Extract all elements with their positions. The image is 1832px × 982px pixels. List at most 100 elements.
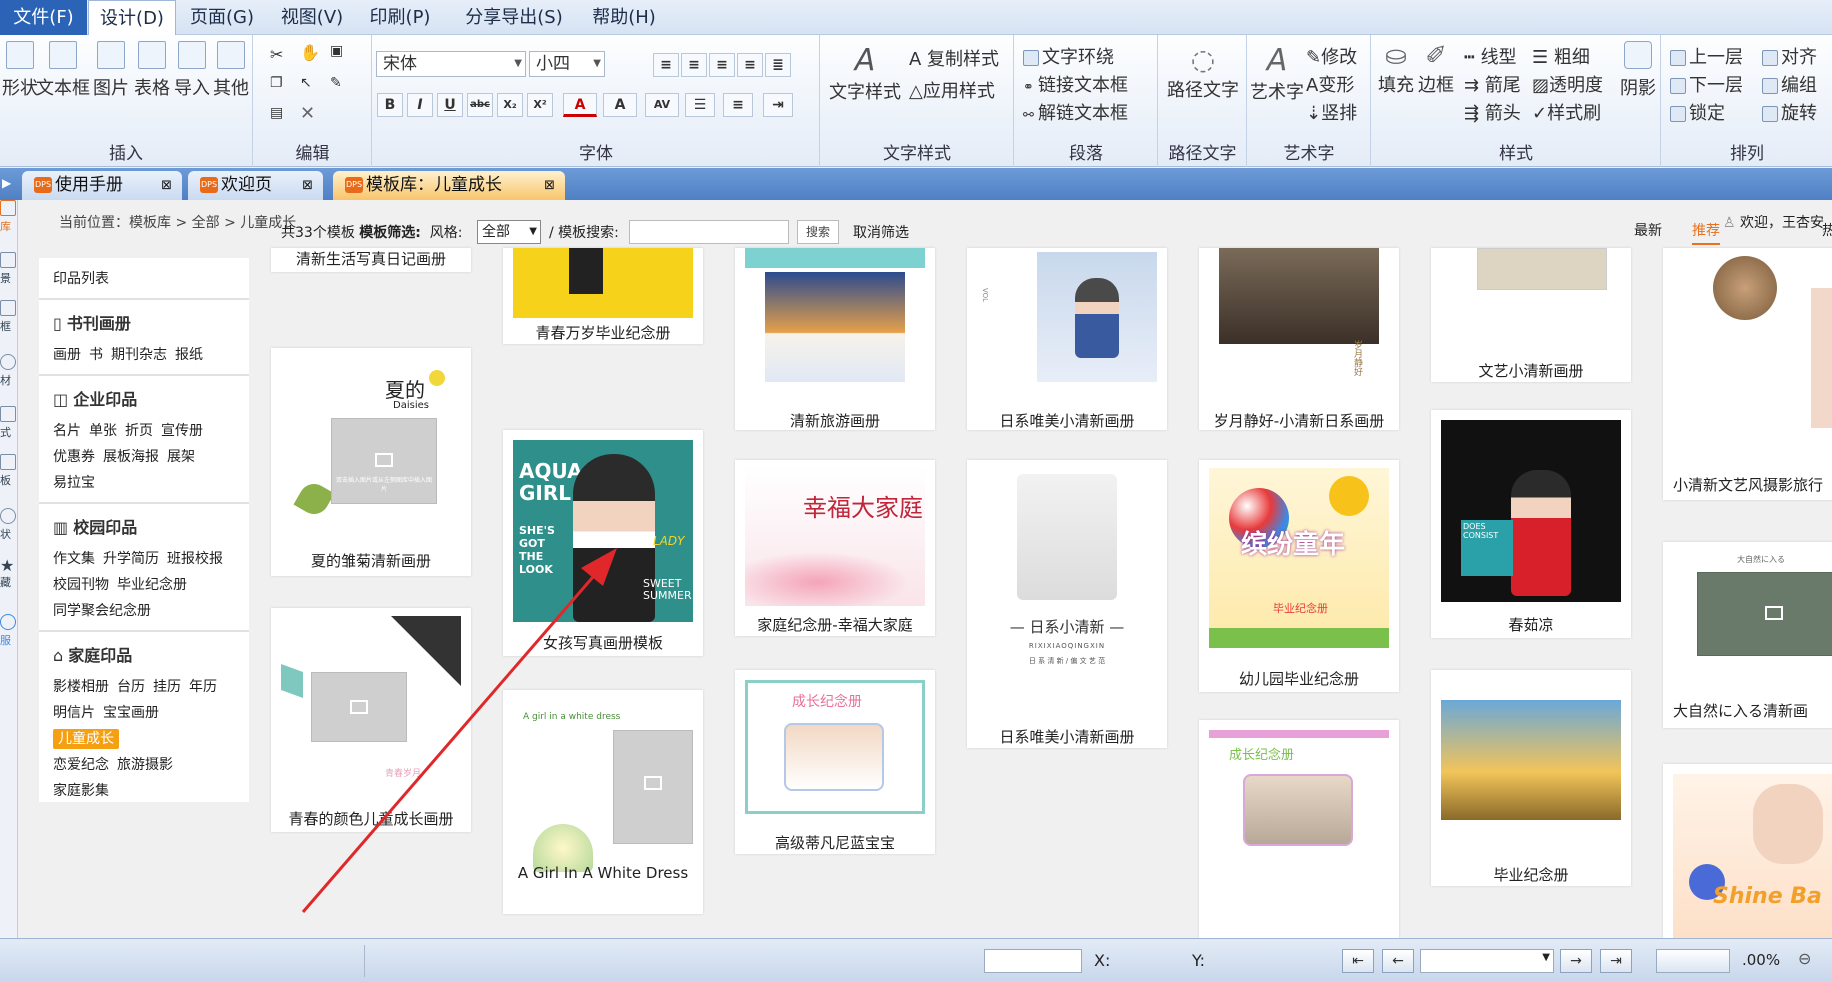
sort-popular[interactable]: 热门 bbox=[1822, 220, 1832, 240]
last-page-button[interactable]: ⇥ bbox=[1600, 949, 1632, 973]
art-text-button[interactable]: A 艺术字 bbox=[1250, 43, 1304, 104]
textbox-button[interactable]: 文本框 bbox=[36, 41, 90, 100]
sidebar-link[interactable]: 报纸 bbox=[175, 347, 203, 363]
template-card[interactable]: 清新旅游画册 bbox=[735, 248, 935, 430]
template-card[interactable]: 文艺小清新画册 bbox=[1431, 248, 1631, 382]
template-card[interactable]: 大自然に入る 大自然に入る清新画 bbox=[1663, 542, 1832, 728]
indent-icon[interactable]: ⇥ bbox=[763, 93, 793, 117]
sidebar-link[interactable]: 易拉宝 bbox=[53, 475, 95, 491]
template-card[interactable]: 青春万岁毕业纪念册 bbox=[503, 248, 703, 344]
tab-welcome[interactable]: DPS 欢迎页 ⊠ bbox=[188, 171, 323, 200]
sidebar-link[interactable]: 期刊杂志 bbox=[111, 347, 167, 363]
text-wrap-button[interactable]: 文字环绕 bbox=[1023, 43, 1114, 69]
template-card[interactable]: VOL 日系唯美小清新画册 bbox=[967, 248, 1167, 430]
sidebar-link[interactable]: 展板海报 bbox=[103, 449, 159, 465]
underline-button[interactable]: U bbox=[437, 93, 463, 117]
sidebar-link[interactable]: 毕业纪念册 bbox=[117, 577, 187, 593]
line-type-button[interactable]: ┅ 线型 bbox=[1464, 43, 1517, 69]
align-center-icon[interactable]: ≡ bbox=[681, 53, 707, 77]
close-icon[interactable]: ⊠ bbox=[161, 171, 172, 200]
lock-button[interactable]: 锁定 bbox=[1670, 99, 1725, 125]
template-card[interactable]: 成长纪念册 高级蒂凡尼蓝宝宝 bbox=[735, 670, 935, 854]
send-backward-button[interactable]: 下一层 bbox=[1670, 71, 1743, 97]
group-button[interactable]: 编组 bbox=[1762, 71, 1817, 97]
sidebar-link[interactable]: 宝宝画册 bbox=[103, 705, 159, 721]
delete-icon[interactable]: ✕ bbox=[300, 103, 315, 124]
menu-print[interactable]: 印刷(P) bbox=[358, 0, 442, 35]
char-spacing-button[interactable]: AV bbox=[645, 93, 679, 117]
shape-button[interactable]: 形状 bbox=[0, 41, 40, 100]
template-card[interactable]: 毕业纪念册 bbox=[1431, 670, 1631, 886]
template-card[interactable]: 缤纷童年 毕业纪念册 幼儿园毕业纪念册 bbox=[1199, 460, 1399, 692]
sidebar-link[interactable]: 明信片 bbox=[53, 705, 95, 721]
prev-page-button[interactable]: ← bbox=[1382, 949, 1414, 973]
highlight-button[interactable]: A bbox=[603, 93, 637, 117]
template-card[interactable]: — 日系小清新 — RIXIXIAOQINGXIN 日 系 清 新 / 偏 文 … bbox=[967, 460, 1167, 748]
menu-page[interactable]: 页面(G) bbox=[180, 0, 264, 35]
paste-icon[interactable]: ▤ bbox=[270, 105, 283, 121]
background-icon[interactable] bbox=[0, 252, 16, 268]
menu-file[interactable]: 文件(F) bbox=[0, 0, 87, 35]
subscript-button[interactable]: X₂ bbox=[497, 93, 523, 117]
font-color-button[interactable]: A bbox=[563, 93, 597, 117]
tab-user-manual[interactable]: DPS 使用手册 ⊠ bbox=[22, 171, 182, 200]
align-button[interactable]: 对齐 bbox=[1762, 43, 1817, 69]
tab-template-library[interactable]: DPS 模板库：儿童成长 ⊠ bbox=[333, 171, 565, 200]
first-page-button[interactable]: ⇤ bbox=[1342, 949, 1374, 973]
format-brush-icon[interactable]: ✎ bbox=[330, 75, 342, 91]
image-button[interactable]: 图片 bbox=[92, 41, 130, 100]
sidebar-link[interactable]: 旅游摄影 bbox=[117, 757, 173, 773]
transform-button[interactable]: A变形 bbox=[1306, 71, 1354, 97]
unlink-textbox-button[interactable]: ⚯ 解链文本框 bbox=[1023, 99, 1128, 125]
sidebar-link[interactable]: 同学聚会纪念册 bbox=[53, 603, 151, 619]
menu-help[interactable]: 帮助(H) bbox=[582, 0, 666, 35]
library-icon[interactable] bbox=[0, 200, 16, 216]
pointer-icon[interactable]: ↖ bbox=[300, 75, 312, 91]
sidebar-link[interactable]: 恋爱纪念 bbox=[53, 757, 109, 773]
font-name-select[interactable]: 宋体 ▼ bbox=[376, 51, 526, 77]
sidebar-link[interactable]: 单张 bbox=[89, 423, 117, 439]
template-card[interactable]: 岁月静好 岁月静好-小清新日系画册 bbox=[1199, 248, 1399, 430]
apply-style-button[interactable]: △应用样式 bbox=[909, 77, 995, 103]
fill-button[interactable]: ⛀ 填充 bbox=[1376, 41, 1416, 97]
zoom-out-icon[interactable]: ⊖ bbox=[1798, 949, 1811, 968]
sidebar-link[interactable]: 校园刊物 bbox=[53, 577, 109, 593]
template-card[interactable]: 小清新文艺风摄影旅行 bbox=[1663, 248, 1832, 500]
sidebar-link[interactable]: 优惠券 bbox=[53, 449, 95, 465]
tab-scroll-left-icon[interactable]: ▶ bbox=[2, 176, 11, 190]
template-card[interactable]: 成长纪念册 bbox=[1199, 720, 1399, 938]
copy-style-button[interactable]: A 复制样式 bbox=[909, 45, 999, 71]
table-button[interactable]: 表格 bbox=[133, 41, 171, 100]
template-card[interactable]: Shine Ba bbox=[1663, 764, 1832, 938]
shadow-button[interactable]: 阴影 bbox=[1618, 41, 1658, 100]
justify-icon[interactable]: ≡ bbox=[737, 53, 763, 77]
other-button[interactable]: 其他 bbox=[212, 41, 250, 100]
sidebar-link[interactable]: 台历 bbox=[117, 679, 145, 695]
thickness-button[interactable]: ☰ 粗细 bbox=[1532, 43, 1590, 69]
template-icon[interactable] bbox=[0, 454, 16, 470]
select-area-icon[interactable]: ▣ bbox=[330, 43, 343, 59]
hand-icon[interactable]: ✋ bbox=[300, 43, 320, 62]
italic-button[interactable]: I bbox=[407, 93, 433, 117]
template-card[interactable]: DOES CONSIST 春茹凉 bbox=[1431, 410, 1631, 638]
transparency-button[interactable]: ▨透明度 bbox=[1532, 71, 1603, 97]
next-page-button[interactable]: → bbox=[1560, 949, 1592, 973]
sidebar-link[interactable]: 折页 bbox=[125, 423, 153, 439]
align-left-icon[interactable]: ≡ bbox=[653, 53, 679, 77]
close-icon[interactable]: ⊠ bbox=[544, 171, 555, 200]
distribute-icon[interactable]: ≣ bbox=[765, 53, 791, 77]
sidebar-link[interactable]: 展架 bbox=[167, 449, 195, 465]
link-textbox-button[interactable]: ⚭ 链接文本框 bbox=[1023, 71, 1128, 97]
sort-recommended[interactable]: 推荐 bbox=[1692, 220, 1720, 245]
sidebar-link[interactable]: 名片 bbox=[53, 423, 81, 439]
layout-icon[interactable] bbox=[0, 406, 16, 422]
menu-design[interactable]: 设计(D) bbox=[88, 0, 176, 36]
arrow-end-button[interactable]: ⇉ 箭尾 bbox=[1464, 71, 1521, 97]
sidebar-link[interactable]: 家庭影集 bbox=[53, 783, 109, 799]
line-spacing-icon[interactable]: ☰ bbox=[685, 93, 715, 117]
page-select[interactable]: ▼ bbox=[1420, 949, 1554, 973]
menu-share-export[interactable]: 分享导出(S) bbox=[454, 0, 574, 35]
superscript-button[interactable]: X² bbox=[527, 93, 553, 117]
sidebar-link[interactable]: 影楼相册 bbox=[53, 679, 109, 695]
border-button[interactable]: ✐ 边框 bbox=[1416, 41, 1456, 97]
